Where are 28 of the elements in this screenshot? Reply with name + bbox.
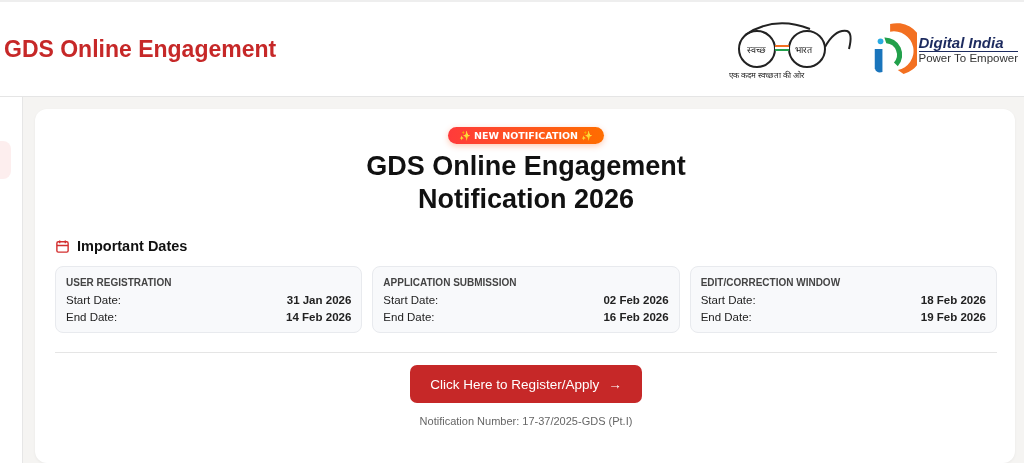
logo-name: Digital India bbox=[918, 34, 1018, 52]
notification-title: GDS Online Engagement bbox=[366, 150, 686, 183]
date-value: 18 Feb 2026 bbox=[920, 294, 986, 306]
new-notification-badge: ✨ NEW NOTIFICATION ✨ bbox=[447, 127, 605, 144]
date-box-title: EDIT/CORRECTION WINDOW bbox=[700, 277, 842, 288]
date-value: 31 Jan 2026 bbox=[286, 294, 352, 306]
logo-text: भारत bbox=[794, 43, 812, 56]
date-label: End Date: bbox=[66, 311, 118, 323]
date-box-title: USER REGISTRATION bbox=[66, 277, 173, 288]
date-label: End Date: bbox=[700, 311, 752, 323]
date-value: 16 Feb 2026 bbox=[603, 311, 669, 323]
date-label: Start Date: bbox=[66, 294, 121, 306]
register-button[interactable]: Click Here to Register/Apply → bbox=[410, 365, 642, 403]
logo-tagline: Power To Empower bbox=[918, 52, 1018, 64]
date-label: Start Date: bbox=[383, 294, 439, 306]
logo-text: स्वच्छ bbox=[746, 43, 766, 56]
calendar-icon bbox=[55, 238, 70, 254]
section-title: Important Dates bbox=[77, 238, 188, 254]
date-label: Start Date: bbox=[700, 294, 756, 306]
date-value: 02 Feb 2026 bbox=[603, 294, 669, 306]
site-title: GDS Online Engagement bbox=[4, 35, 277, 63]
date-box-title: APPLICATION SUBMISSION bbox=[383, 277, 518, 288]
date-value: 19 Feb 2026 bbox=[920, 311, 986, 323]
date-value: 14 Feb 2026 bbox=[286, 311, 352, 323]
logo-tagline: एक कदम स्वच्छता की ओर bbox=[728, 69, 805, 80]
notification-title: Notification 2026 bbox=[417, 183, 634, 216]
notification-number: Notification Number: 17-37/2025-GDS (Pt.I) bbox=[419, 415, 633, 427]
date-label: End Date: bbox=[383, 311, 435, 323]
